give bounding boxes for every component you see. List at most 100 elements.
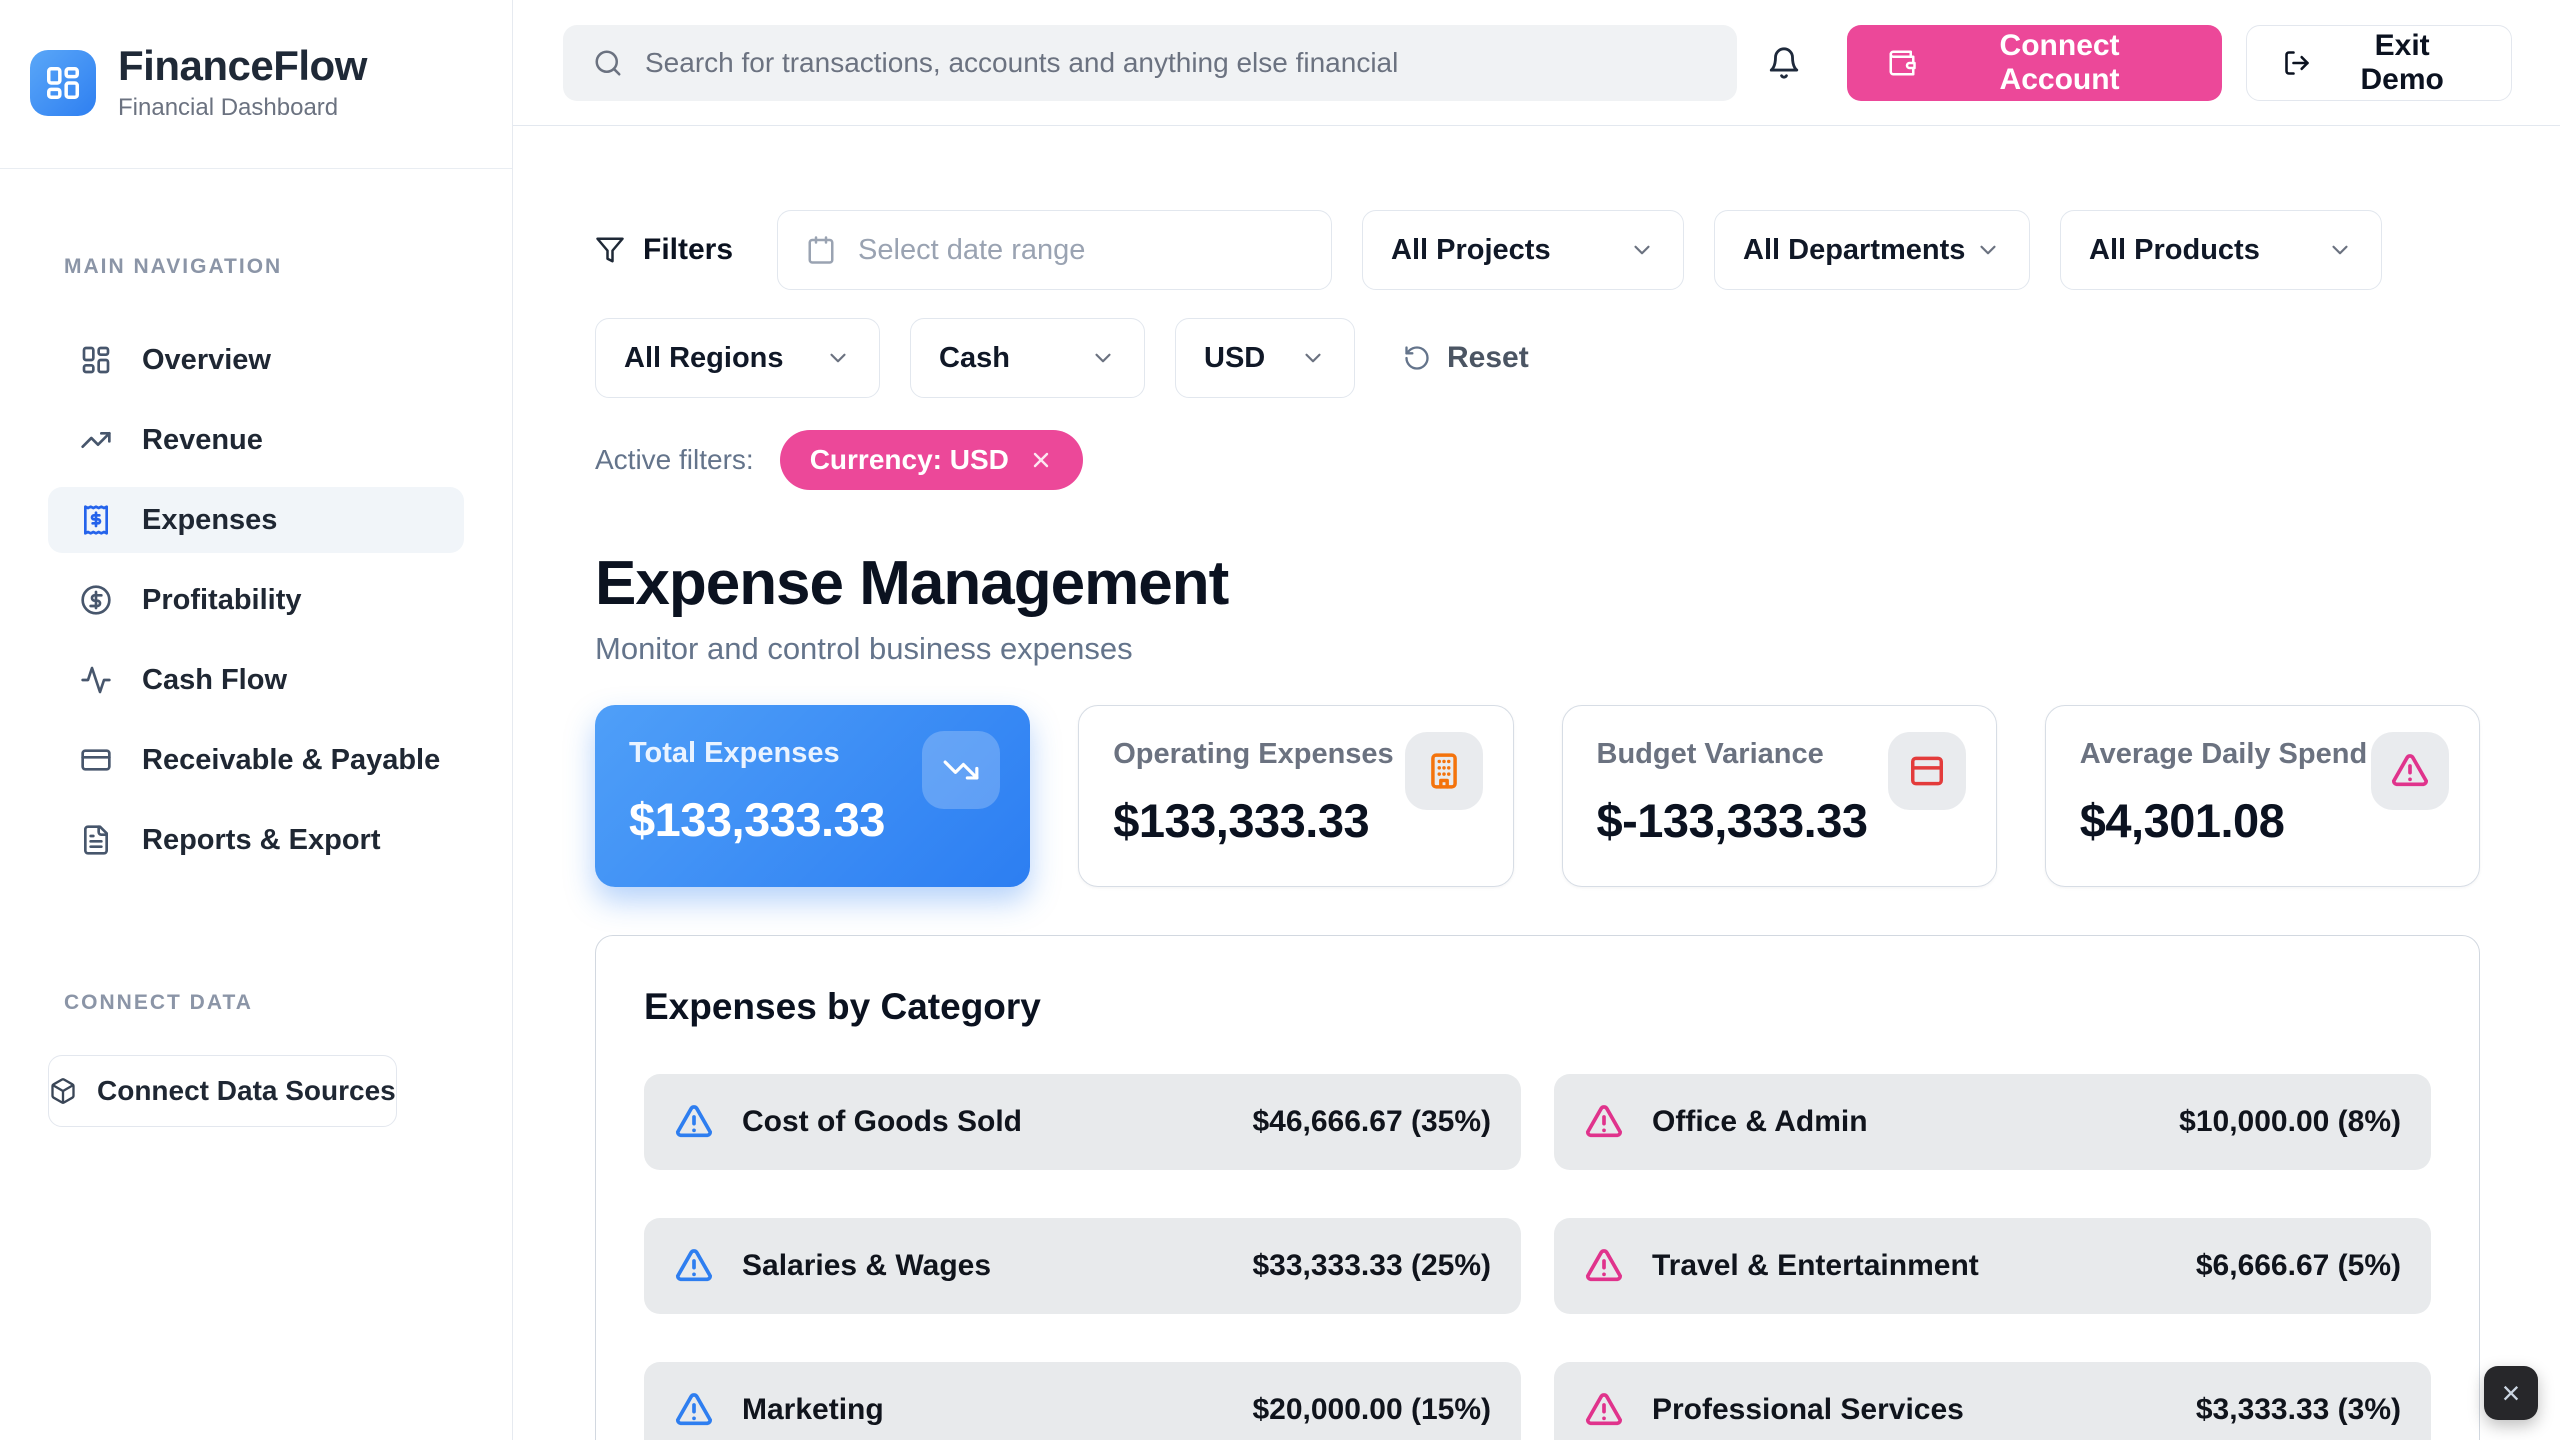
category-row-marketing[interactable]: Marketing $20,000.00 (15%) [644, 1362, 1521, 1440]
category-grid: Cost of Goods Sold $46,666.67 (35%) Offi… [644, 1074, 2431, 1440]
reset-label: Reset [1447, 341, 1529, 375]
funnel-icon [595, 235, 625, 265]
regions-select-value: All Regions [624, 342, 784, 375]
currency-select[interactable]: USD [1175, 318, 1355, 398]
wallet-icon [1887, 48, 1917, 78]
overlay-close-button[interactable]: × [2484, 1366, 2538, 1420]
category-value: $33,333.33 (25%) [1252, 1249, 1491, 1283]
stat-card-total-expenses[interactable]: Total Expenses $133,333.33 [595, 705, 1030, 887]
chevron-down-icon [1629, 237, 1655, 263]
category-name: Travel & Entertainment [1652, 1249, 1979, 1283]
sidebar-item-profitability[interactable]: Profitability [48, 567, 464, 633]
calendar-icon [806, 235, 836, 265]
currency-select-value: USD [1204, 342, 1265, 375]
exit-demo-button[interactable]: Exit Demo [2246, 25, 2512, 101]
dashboard-grid-icon [44, 64, 82, 102]
sidebar-item-label: Expenses [142, 504, 277, 537]
connect-data-sources-label: Connect Data Sources [97, 1075, 396, 1107]
search-icon [593, 48, 623, 78]
filters-label: Filters [643, 233, 733, 267]
app-title: FinanceFlow [118, 44, 367, 88]
active-filters-label: Active filters: [595, 444, 754, 476]
main-navigation: Overview Revenue Expenses Profitability [48, 327, 464, 873]
expenses-by-category-card: Expenses by Category Cost of Goods Sold … [595, 935, 2480, 1440]
expenses-by-category-title: Expenses by Category [644, 986, 2431, 1028]
building-icon [1405, 732, 1483, 810]
connect-data-sources-button[interactable]: Connect Data Sources [48, 1055, 397, 1127]
global-search[interactable] [563, 25, 1737, 101]
sidebar-item-reports-export[interactable]: Reports & Export [48, 807, 464, 873]
products-select[interactable]: All Products [2060, 210, 2382, 290]
sidebar-item-label: Profitability [142, 584, 302, 617]
stat-cards-row: Total Expenses $133,333.33 Operating Exp… [595, 705, 2480, 887]
regions-select[interactable]: All Regions [595, 318, 880, 398]
sidebar-item-cash-flow[interactable]: Cash Flow [48, 647, 464, 713]
departments-select[interactable]: All Departments [1714, 210, 2030, 290]
category-value: $10,000.00 (8%) [2179, 1105, 2401, 1139]
category-row-salaries-wages[interactable]: Salaries & Wages $33,333.33 (25%) [644, 1218, 1521, 1314]
category-name: Cost of Goods Sold [742, 1105, 1022, 1139]
currency-filter-chip-label: Currency: USD [810, 444, 1009, 476]
connect-account-button[interactable]: Connect Account [1847, 25, 2223, 101]
category-name: Professional Services [1652, 1393, 1964, 1427]
filters-label-group: Filters [595, 233, 733, 267]
category-row-office-admin[interactable]: Office & Admin $10,000.00 (8%) [1554, 1074, 2431, 1170]
connect-account-label: Connect Account [1937, 29, 2183, 97]
sidebar-item-revenue[interactable]: Revenue [48, 407, 464, 473]
app-screen: FinanceFlow Financial Dashboard MAIN NAV… [0, 0, 2560, 1440]
sidebar: FinanceFlow Financial Dashboard MAIN NAV… [0, 0, 513, 1440]
credit-card-icon [80, 744, 112, 776]
sidebar-item-receivable-payable[interactable]: Receivable & Payable [48, 727, 464, 793]
sidebar-item-label: Revenue [142, 424, 263, 457]
activity-icon [80, 664, 112, 696]
category-row-professional-services[interactable]: Professional Services $3,333.33 (3%) [1554, 1362, 2431, 1440]
category-name: Marketing [742, 1393, 884, 1427]
stat-card-average-daily-spend[interactable]: Average Daily Spend $4,301.08 [2045, 705, 2480, 887]
category-value: $46,666.67 (35%) [1252, 1105, 1491, 1139]
receipt-icon [80, 504, 112, 536]
page-title: Expense Management [595, 548, 2480, 619]
close-icon: × [2502, 1375, 2521, 1412]
category-name: Salaries & Wages [742, 1249, 991, 1283]
sidebar-item-expenses[interactable]: Expenses [48, 487, 464, 553]
category-row-travel-entertainment[interactable]: Travel & Entertainment $6,666.67 (5%) [1554, 1218, 2431, 1314]
dollar-circle-icon [80, 584, 112, 616]
chevron-down-icon [1090, 345, 1116, 371]
cash-basis-select-value: Cash [939, 342, 1010, 375]
category-value: $20,000.00 (15%) [1252, 1393, 1491, 1427]
bell-icon[interactable] [1767, 46, 1801, 80]
nav-section-heading: MAIN NAVIGATION [64, 255, 512, 279]
sidebar-item-label: Reports & Export [142, 824, 380, 857]
stat-card-operating-expenses[interactable]: Operating Expenses $133,333.33 [1078, 705, 1513, 887]
alert-triangle-icon [674, 1246, 714, 1286]
close-icon[interactable] [1029, 448, 1053, 472]
alert-triangle-icon [674, 1102, 714, 1142]
main-content: Filters Select date range All Projects A… [513, 126, 2560, 1440]
chevron-down-icon [2327, 237, 2353, 263]
search-input[interactable] [645, 47, 1707, 79]
category-row-cost-of-goods-sold[interactable]: Cost of Goods Sold $46,666.67 (35%) [644, 1074, 1521, 1170]
currency-filter-chip[interactable]: Currency: USD [780, 430, 1083, 490]
brand-text: FinanceFlow Financial Dashboard [118, 44, 367, 122]
chevron-down-icon [825, 345, 851, 371]
reset-filters-button[interactable]: Reset [1403, 341, 1529, 375]
alert-triangle-icon [1584, 1390, 1624, 1430]
alert-triangle-icon [674, 1390, 714, 1430]
credit-card-icon [1888, 732, 1966, 810]
sidebar-item-overview[interactable]: Overview [48, 327, 464, 393]
projects-select[interactable]: All Projects [1362, 210, 1684, 290]
chevron-down-icon [1975, 237, 2001, 263]
exit-demo-label: Exit Demo [2329, 29, 2475, 97]
stat-card-budget-variance[interactable]: Budget Variance $-133,333.33 [1562, 705, 1997, 887]
category-name: Office & Admin [1652, 1105, 1868, 1139]
alert-triangle-icon [2371, 732, 2449, 810]
alert-triangle-icon [1584, 1246, 1624, 1286]
connect-section-heading: CONNECT DATA [64, 991, 512, 1015]
chevron-down-icon [1300, 345, 1326, 371]
brand-header: FinanceFlow Financial Dashboard [0, 0, 512, 169]
date-range-picker[interactable]: Select date range [777, 210, 1332, 290]
filters-row-1: Filters Select date range All Projects A… [595, 210, 2480, 290]
app-logo [30, 50, 96, 116]
cash-basis-select[interactable]: Cash [910, 318, 1145, 398]
sidebar-item-label: Overview [142, 344, 271, 377]
